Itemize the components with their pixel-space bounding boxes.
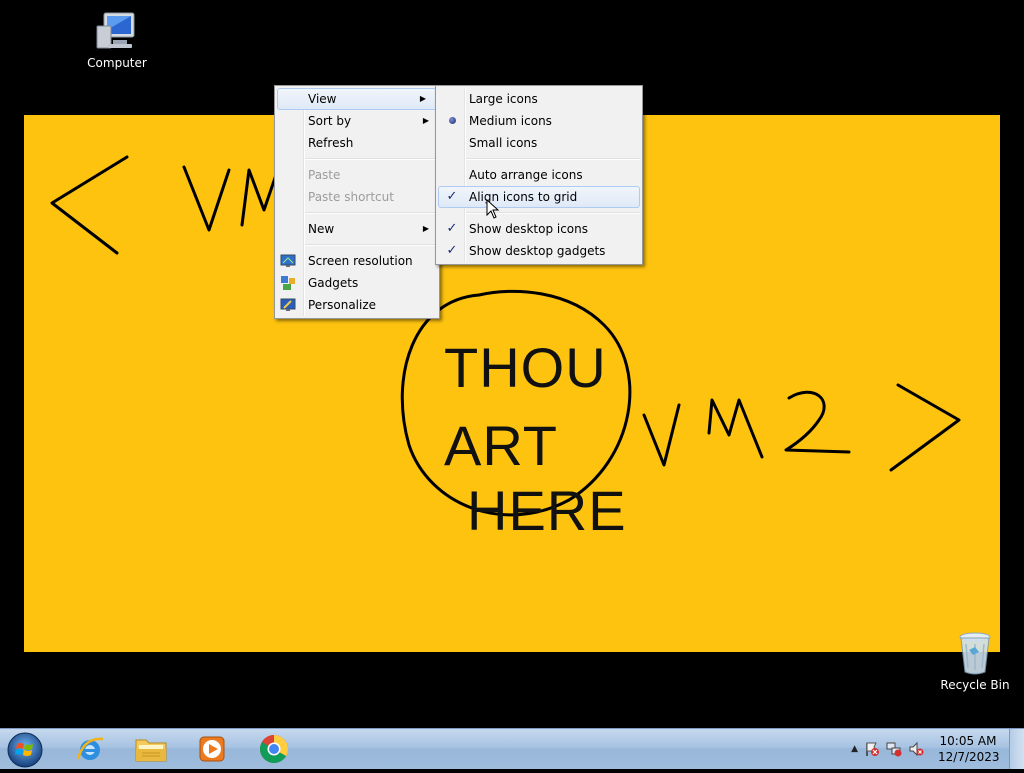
submenu-arrow-icon: ▶ bbox=[422, 116, 429, 125]
checkmark-icon: ✓ bbox=[446, 243, 458, 258]
menu-item-small-icons[interactable]: Small icons bbox=[436, 132, 642, 154]
media-player-icon bbox=[199, 736, 225, 762]
menu-item-large-icons-label: Large icons bbox=[469, 92, 538, 106]
volume-muted-icon[interactable] bbox=[908, 741, 924, 757]
menu-separator bbox=[466, 158, 640, 160]
recycle-bin-icon bbox=[959, 632, 991, 675]
show-hidden-icons-arrow-icon[interactable]: ▲ bbox=[851, 744, 858, 754]
menu-item-large-icons[interactable]: Large icons bbox=[436, 88, 642, 110]
menu-item-gadgets-label: Gadgets bbox=[308, 276, 359, 290]
menu-item-sort-by-label: Sort by bbox=[308, 114, 352, 128]
submenu-arrow-icon: ▶ bbox=[419, 94, 426, 103]
menu-separator bbox=[305, 212, 437, 214]
menu-item-paste-label: Paste bbox=[308, 168, 341, 182]
chrome-icon bbox=[260, 735, 288, 763]
menu-item-paste: Paste bbox=[275, 164, 439, 186]
menu-item-view[interactable]: View ▶ bbox=[277, 88, 437, 110]
menu-item-refresh-label: Refresh bbox=[308, 136, 354, 150]
menu-separator bbox=[305, 158, 437, 160]
computer-icon bbox=[96, 12, 135, 49]
menu-separator bbox=[305, 244, 437, 246]
clock-time: 10:05 AM bbox=[939, 734, 997, 748]
menu-item-sort-by[interactable]: Sort by ▶ bbox=[275, 110, 439, 132]
wallpaper-text-here: HERE bbox=[467, 479, 627, 542]
clock[interactable]: 10:05 AM 12/7/2023 bbox=[938, 733, 1000, 765]
menu-item-align-to-grid[interactable]: ✓ Align icons to grid bbox=[438, 186, 640, 208]
gadgets-icon bbox=[281, 276, 295, 290]
menu-item-new-label: New bbox=[308, 222, 335, 236]
menu-item-new[interactable]: New ▶ bbox=[275, 218, 439, 240]
wallpaper-text-thou: THOU bbox=[444, 336, 607, 399]
screen-resolution-icon bbox=[280, 254, 296, 267]
recycle-bin-label: Recycle Bin bbox=[940, 678, 1010, 692]
recycle-bin-desktop-icon[interactable]: Recycle Bin bbox=[935, 630, 1015, 692]
menu-item-screen-resolution[interactable]: Screen resolution bbox=[275, 250, 439, 272]
menu-item-show-desktop-gadgets-label: Show desktop gadgets bbox=[469, 244, 606, 258]
menu-item-auto-arrange-label: Auto arrange icons bbox=[469, 168, 583, 182]
action-center-flag-icon[interactable] bbox=[864, 741, 880, 757]
checkmark-icon: ✓ bbox=[446, 221, 458, 236]
menu-item-show-desktop-gadgets[interactable]: ✓ Show desktop gadgets bbox=[436, 240, 642, 262]
menu-item-show-desktop-icons[interactable]: ✓ Show desktop icons bbox=[436, 218, 642, 240]
desktop[interactable]: THOU ART HERE Computer Recycle Bin View … bbox=[0, 0, 1024, 728]
menu-item-medium-icons-label: Medium icons bbox=[469, 114, 552, 128]
menu-item-personalize-label: Personalize bbox=[308, 298, 377, 312]
radio-dot-icon bbox=[445, 110, 459, 132]
menu-item-refresh[interactable]: Refresh bbox=[275, 132, 439, 154]
menu-item-paste-shortcut: Paste shortcut bbox=[275, 186, 439, 208]
personalize-icon bbox=[280, 298, 296, 311]
desktop-context-menu: View ▶ Sort by ▶ Refresh Paste Paste sho… bbox=[274, 85, 440, 319]
internet-explorer-icon bbox=[76, 737, 104, 760]
show-desktop-button[interactable] bbox=[1009, 729, 1024, 769]
menu-item-view-label: View bbox=[308, 92, 337, 106]
taskbar-chrome[interactable] bbox=[250, 731, 298, 767]
menu-item-show-desktop-icons-label: Show desktop icons bbox=[469, 222, 589, 236]
menu-item-personalize[interactable]: Personalize bbox=[275, 294, 439, 316]
start-button[interactable] bbox=[6, 731, 44, 769]
system-tray: ▲ bbox=[851, 729, 924, 769]
computer-label: Computer bbox=[87, 56, 147, 70]
menu-item-screen-resolution-label: Screen resolution bbox=[308, 254, 413, 268]
computer-desktop-icon[interactable]: Computer bbox=[77, 10, 157, 70]
checkmark-icon: ✓ bbox=[446, 189, 458, 204]
menu-item-paste-shortcut-label: Paste shortcut bbox=[308, 190, 394, 204]
network-icon[interactable] bbox=[886, 741, 902, 757]
menu-item-medium-icons[interactable]: Medium icons bbox=[436, 110, 642, 132]
windows-logo-icon bbox=[7, 732, 43, 768]
wallpaper-text-art: ART bbox=[444, 414, 558, 477]
taskbar-media-player[interactable] bbox=[188, 731, 236, 767]
menu-item-gadgets[interactable]: Gadgets bbox=[275, 272, 439, 294]
taskbar: ▲ 10:05 AM 12/7/2023 bbox=[0, 728, 1024, 769]
taskbar-internet-explorer[interactable] bbox=[66, 731, 114, 767]
menu-item-auto-arrange[interactable]: Auto arrange icons bbox=[436, 164, 642, 186]
taskbar-windows-explorer[interactable] bbox=[127, 731, 175, 767]
clock-date: 12/7/2023 bbox=[938, 750, 1000, 764]
submenu-arrow-icon: ▶ bbox=[422, 224, 429, 233]
menu-item-small-icons-label: Small icons bbox=[469, 136, 538, 150]
mouse-cursor-icon bbox=[486, 199, 500, 219]
view-submenu: Large icons Medium icons Small icons Aut… bbox=[435, 85, 643, 265]
folder-icon bbox=[135, 739, 167, 762]
